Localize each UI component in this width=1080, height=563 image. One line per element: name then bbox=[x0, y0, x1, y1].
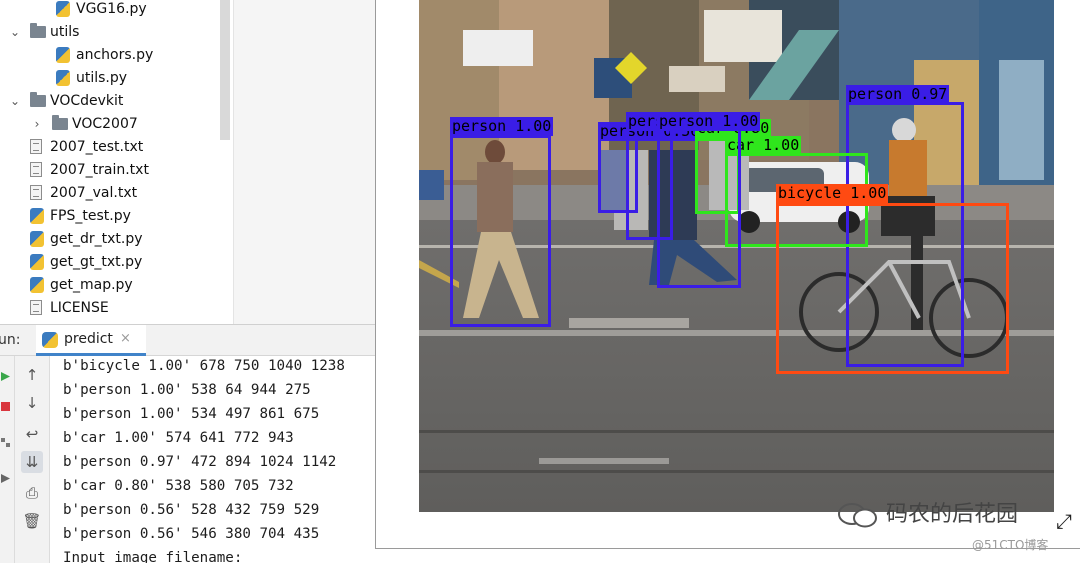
tree-item-label: get_dr_txt.py bbox=[50, 231, 143, 247]
python-file-icon bbox=[30, 208, 44, 224]
tree-item[interactable]: VGG16.py bbox=[0, 0, 220, 20]
folder-icon bbox=[52, 115, 68, 130]
tree-item[interactable]: ⌄ VOCdevkit bbox=[0, 90, 220, 112]
python-file-icon bbox=[30, 277, 44, 293]
soft-wrap-icon[interactable]: ↩ bbox=[21, 423, 43, 445]
tree-item[interactable]: LICENSE bbox=[0, 297, 220, 319]
chevron-right-icon[interactable]: › bbox=[30, 113, 44, 135]
tree-item-label: LICENSE bbox=[50, 300, 109, 316]
console-line: b'person 1.00' 534 497 861 675 bbox=[63, 406, 320, 422]
tab-label: predict bbox=[64, 331, 113, 347]
python-file-icon bbox=[30, 231, 44, 247]
detection-label: person 1.00 bbox=[657, 112, 761, 131]
console-line: b'car 1.00' 574 641 772 943 bbox=[63, 430, 294, 446]
folder-icon bbox=[30, 23, 46, 38]
python-file-icon bbox=[56, 1, 70, 17]
up-arrow-icon[interactable]: ↑ bbox=[21, 364, 43, 386]
run-console[interactable]: b'bicycle 1.00' 678 750 1040 1238 b'perso… bbox=[50, 356, 375, 563]
python-file-icon bbox=[30, 254, 44, 270]
detection-box bbox=[657, 128, 741, 288]
console-line: Input image filename: bbox=[63, 550, 243, 563]
console-line: b'person 0.56' 546 380 704 435 bbox=[63, 526, 320, 542]
console-line: b'car 0.80' 538 580 705 732 bbox=[63, 478, 294, 494]
tree-item-label: anchors.py bbox=[76, 47, 154, 63]
rerun-icon[interactable] bbox=[1, 366, 10, 381]
detection-box bbox=[450, 135, 551, 327]
tree-item[interactable]: ⌄ utils bbox=[0, 21, 220, 43]
pin-icon[interactable] bbox=[1, 468, 10, 483]
tree-item[interactable]: utils.py bbox=[0, 67, 220, 89]
run-left-gutter bbox=[0, 356, 15, 563]
detection-label: person 1.00 bbox=[450, 117, 554, 136]
tree-item-label: VOCdevkit bbox=[50, 93, 124, 109]
tree-item-label: 2007_test.txt bbox=[50, 139, 144, 155]
close-icon[interactable]: × bbox=[120, 331, 131, 346]
text-file-icon bbox=[30, 300, 42, 315]
tree-item[interactable]: FPS_test.py bbox=[0, 205, 220, 227]
tree-item-label: utils.py bbox=[76, 70, 128, 86]
tree-item[interactable]: get_gt_txt.py bbox=[0, 251, 220, 273]
trash-icon[interactable]: 🗑 bbox=[21, 510, 43, 532]
console-line: b'person 0.97' 472 894 1024 1142 bbox=[63, 454, 337, 470]
python-file-icon bbox=[56, 70, 70, 86]
python-file-icon bbox=[56, 47, 70, 63]
detection-box bbox=[776, 203, 1009, 374]
detection-label: bicycle 1.00 bbox=[776, 184, 889, 203]
console-line: b'person 1.00' 538 64 944 275 bbox=[63, 382, 311, 398]
tree-item[interactable]: 2007_train.txt bbox=[0, 159, 220, 181]
wechat-icon bbox=[838, 503, 877, 528]
stop-icon[interactable] bbox=[1, 396, 10, 411]
scroll-to-end-icon[interactable]: ⇊ bbox=[21, 451, 43, 473]
chevron-down-icon[interactable]: ⌄ bbox=[8, 90, 22, 112]
resize-handle-icon[interactable]: ⤢ bbox=[1056, 510, 1078, 532]
run-toolbar: ↑ ↓ ↩ ⇊ ⎙ 🗑 bbox=[15, 356, 50, 563]
tree-item[interactable]: › VOC2007 bbox=[0, 113, 220, 135]
tree-item-label: utils bbox=[50, 24, 80, 40]
detection-label: person 0.97 bbox=[846, 85, 950, 104]
detection-photo: person 1.00person 0.56person 0.56person … bbox=[419, 0, 1054, 512]
tree-item-label: 2007_train.txt bbox=[50, 162, 149, 178]
text-file-icon bbox=[30, 139, 42, 154]
down-arrow-icon[interactable]: ↓ bbox=[21, 392, 43, 414]
run-panel-label: un: bbox=[0, 332, 21, 348]
folder-icon bbox=[30, 92, 46, 107]
run-panel-header: un: predict × bbox=[0, 324, 375, 356]
console-line: b'person 0.56' 528 432 759 529 bbox=[63, 502, 320, 518]
text-file-icon bbox=[30, 185, 42, 200]
tree-item-label: get_map.py bbox=[50, 277, 133, 293]
tree-item[interactable]: anchors.py bbox=[0, 44, 220, 66]
source-credit: @51CTO博客 bbox=[972, 538, 1049, 552]
project-tree: VGG16.py ⌄ utils anchors.py utils.py ⌄ VOCdevk… bbox=[0, 0, 233, 324]
tree-item-label: get_gt_txt.py bbox=[50, 254, 143, 270]
tree-item[interactable]: 2007_val.txt bbox=[0, 182, 220, 204]
layout-icon[interactable] bbox=[1, 432, 10, 447]
chevron-down-icon[interactable]: ⌄ bbox=[8, 21, 22, 43]
tree-item-label: 2007_val.txt bbox=[50, 185, 138, 201]
tree-item[interactable]: get_dr_txt.py bbox=[0, 228, 220, 250]
tree-scrollbar[interactable] bbox=[220, 0, 230, 140]
tree-item-label: FPS_test.py bbox=[50, 208, 131, 224]
tab-predict[interactable]: predict × bbox=[36, 325, 146, 356]
python-file-icon bbox=[42, 332, 58, 348]
tree-item[interactable]: 2007_test.txt bbox=[0, 136, 220, 158]
editor-background bbox=[233, 0, 376, 324]
tree-item-label: VOC2007 bbox=[72, 116, 138, 132]
tree-item[interactable]: get_map.py bbox=[0, 274, 220, 296]
print-icon[interactable]: ⎙ bbox=[21, 482, 43, 504]
text-file-icon bbox=[30, 162, 42, 177]
tree-item-label: VGG16.py bbox=[76, 1, 147, 17]
watermark-text: 码农的后花园 bbox=[886, 502, 1019, 527]
console-line: b'bicycle 1.00' 678 750 1040 1238 bbox=[63, 358, 345, 374]
